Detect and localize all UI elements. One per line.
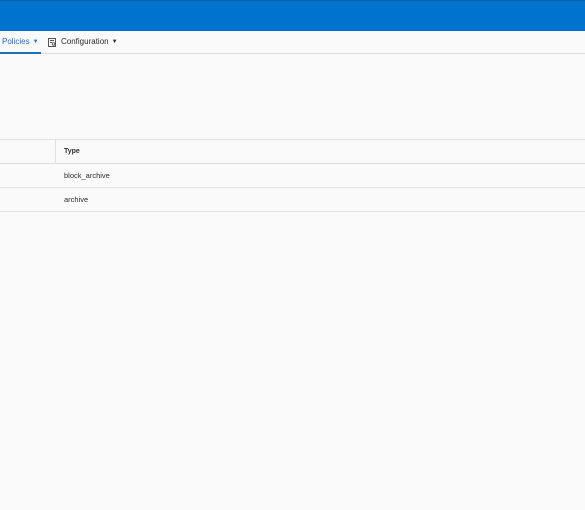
policies-table: Type block_archive archive bbox=[0, 139, 585, 212]
header-top-edge bbox=[0, 0, 585, 1]
table-row[interactable]: archive bbox=[0, 188, 585, 212]
nav-configuration[interactable]: Configuration ▼ bbox=[48, 31, 118, 53]
column-divider bbox=[55, 140, 56, 163]
table-row[interactable]: block_archive bbox=[0, 164, 585, 188]
app-header bbox=[0, 0, 585, 31]
table-header: Type bbox=[0, 139, 585, 164]
nav-policies[interactable]: Policies ▼ bbox=[0, 31, 41, 54]
nav-policies-label: Policies bbox=[2, 37, 30, 46]
configuration-icon bbox=[48, 37, 56, 47]
chevron-down-icon: ▼ bbox=[32, 39, 39, 45]
nav-configuration-label: Configuration bbox=[61, 37, 109, 46]
column-header-type[interactable]: Type bbox=[64, 140, 80, 163]
sub-navigation: Policies ▼ Configuration ▼ bbox=[0, 31, 585, 54]
type-cell: block_archive bbox=[64, 171, 110, 180]
type-cell: archive bbox=[64, 195, 89, 204]
chevron-down-icon: ▼ bbox=[111, 39, 118, 45]
